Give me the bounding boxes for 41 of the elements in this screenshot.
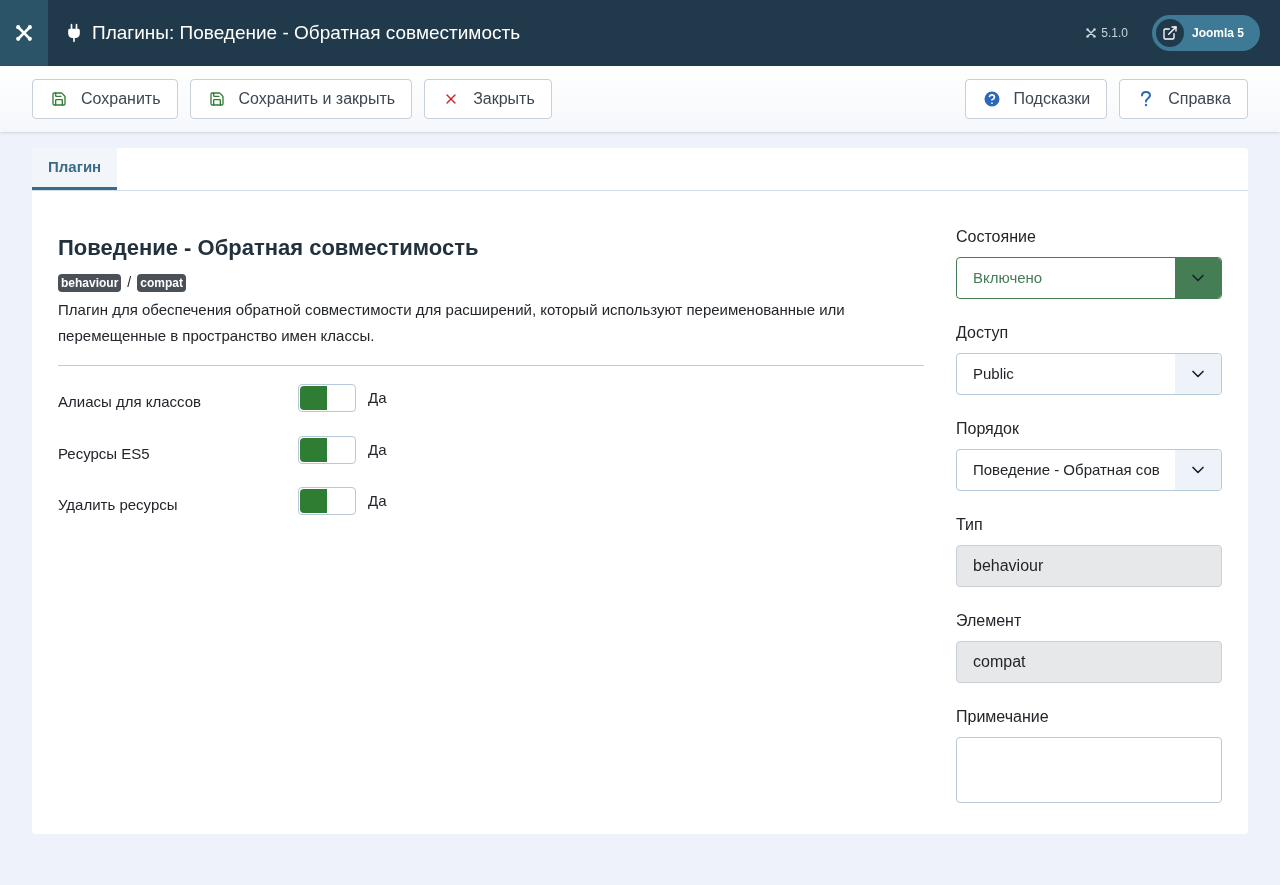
logo-tile[interactable]	[0, 0, 48, 66]
toggle-switch[interactable]	[298, 435, 356, 464]
toggle-value: Да	[368, 388, 387, 408]
tag: compat	[137, 273, 186, 292]
field-label: Состояние	[956, 227, 1037, 247]
note-field[interactable]	[956, 737, 1222, 803]
question-icon	[1140, 91, 1153, 107]
save-icon	[208, 91, 225, 107]
field-label: Примечание	[956, 707, 1050, 727]
save-icon	[51, 91, 67, 107]
version-text: 5.1.0	[1101, 25, 1128, 42]
separator-text: /	[126, 273, 133, 292]
plugin-title: Поведение - Обратная совместимость	[58, 234, 480, 262]
save-button[interactable]: Сохранить и закрыть	[189, 79, 413, 119]
site-button[interactable]: Joomla 5	[1151, 15, 1260, 51]
toggle-value: Да	[368, 491, 387, 511]
help-button[interactable]: Подсказки	[964, 79, 1108, 119]
field-label: Элемент	[956, 611, 1023, 631]
save-button[interactable]: Сохранить	[32, 79, 178, 119]
external-link-icon	[1161, 25, 1178, 41]
readonly-field: behaviour	[956, 545, 1222, 587]
option-label: Удалить ресурсы	[58, 495, 179, 515]
option-label: Ресурсы ES5	[58, 443, 151, 464]
readonly-field: compat	[956, 641, 1222, 683]
toggle-switch[interactable]	[298, 384, 356, 413]
select-field[interactable]: Поведение - Обратная сов	[956, 449, 1222, 491]
option-label: Алиасы для классов	[58, 392, 203, 412]
plugin-description: Плагин для обеспечения обратной совместимости для расширений, который используют переименованные или перемещенные в пространство имен классы.	[58, 300, 846, 346]
select-field[interactable]: Включено	[956, 257, 1222, 299]
close-button[interactable]: Закрыть	[424, 79, 552, 119]
field-label: Доступ	[956, 323, 1010, 343]
page-title: Плагины: Поведение - Обратная совместимость	[92, 20, 521, 45]
tab[interactable]: Плагин	[32, 148, 118, 190]
help-button[interactable]: Справка	[1119, 79, 1248, 119]
toggle-switch[interactable]	[298, 487, 356, 516]
tag: behaviour	[58, 273, 122, 292]
question-icon	[981, 89, 1002, 109]
field-label: Тип	[956, 515, 984, 535]
select-field[interactable]: Public	[956, 353, 1222, 395]
toggle-value: Да	[368, 439, 387, 460]
field-label: Порядок	[956, 419, 1020, 439]
